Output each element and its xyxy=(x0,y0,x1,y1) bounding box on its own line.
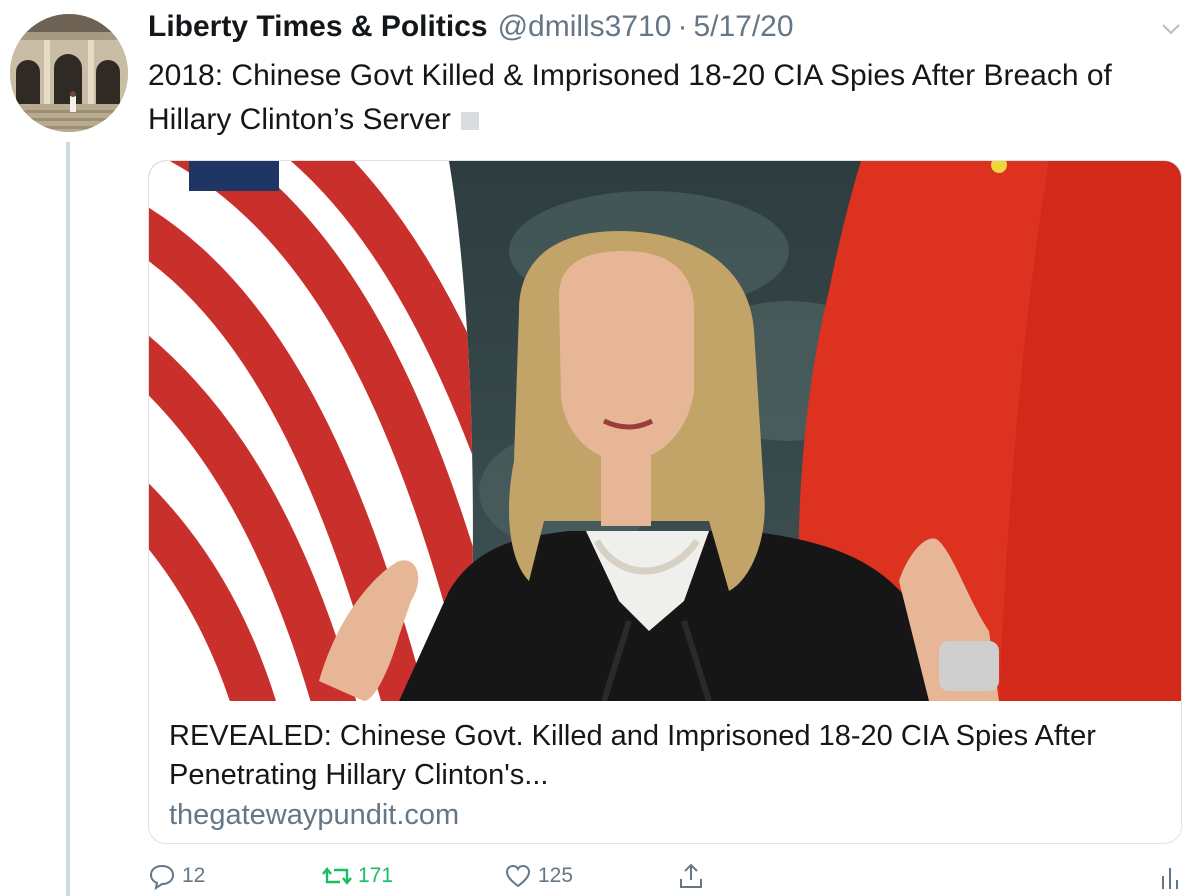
reply-icon xyxy=(149,864,175,890)
link-card[interactable]: REVEALED: Chinese Govt. Killed and Impri… xyxy=(148,160,1182,844)
analytics-icon xyxy=(1162,868,1178,889)
like-count: 125 xyxy=(538,864,574,887)
separator: · xyxy=(677,10,688,43)
reply-button[interactable]: 12 xyxy=(148,862,205,890)
retweet-button[interactable]: 171 xyxy=(322,862,393,890)
card-title: REVEALED: Chinese Govt. Killed and Impri… xyxy=(169,720,1096,791)
like-button[interactable]: 125 xyxy=(504,862,573,890)
card-domain: thegatewaypundit.com xyxy=(169,799,460,831)
avatar-image xyxy=(10,14,128,132)
avatar[interactable] xyxy=(10,14,128,132)
media-indicator-icon xyxy=(460,112,479,130)
retweet-count: 171 xyxy=(358,864,394,887)
like-icon xyxy=(505,864,531,888)
card-body: REVEALED: Chinese Govt. Killed and Impri… xyxy=(149,701,1181,835)
author-handle[interactable]: @dmills3710 xyxy=(498,10,672,44)
share-icon xyxy=(680,863,702,888)
tweet-actions: 12 171 125 xyxy=(148,860,1188,896)
card-image xyxy=(149,161,1181,701)
thread-line xyxy=(66,142,70,896)
author-name[interactable]: Liberty Times & Politics xyxy=(148,10,488,44)
share-button[interactable] xyxy=(678,862,710,890)
retweet-icon xyxy=(322,867,352,885)
tweet-header: Liberty Times & Politics @dmills3710 · 5… xyxy=(148,10,794,50)
tweet-text: 2018: Chinese Govt Killed & Imprisoned 1… xyxy=(148,54,1178,142)
tweet-body: 2018: Chinese Govt Killed & Imprisoned 1… xyxy=(148,59,1112,136)
tweet-date[interactable]: 5/17/20 xyxy=(693,10,793,44)
analytics-button[interactable] xyxy=(1160,862,1188,890)
chevron-down-icon[interactable] xyxy=(1160,18,1182,40)
reply-count: 12 xyxy=(182,864,206,887)
